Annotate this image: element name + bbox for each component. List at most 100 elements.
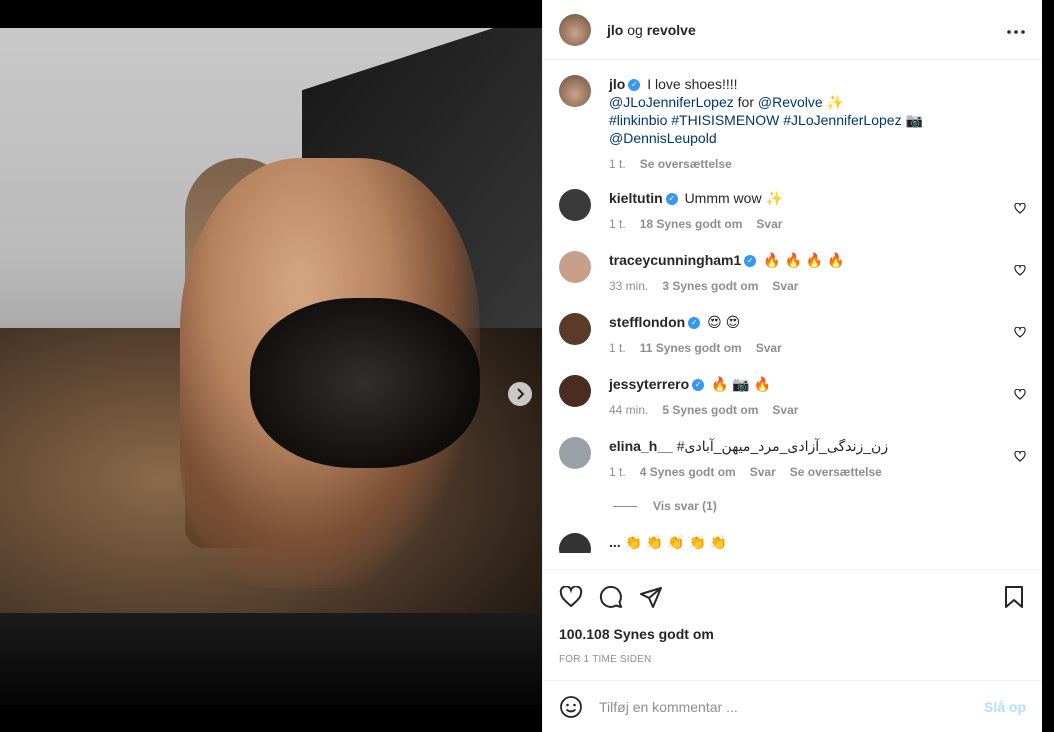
comment-body: elina_h__ #زن_زندگی_آزادی_مرد_میهن_آبادی… (609, 437, 1026, 479)
comment-like-button[interactable] (1014, 202, 1026, 217)
comment-item: jessyterrero ✓ 🔥 📷 🔥 44 min. 5 Synes godt… (559, 375, 1026, 417)
post-timestamp[interactable]: FOR 1 TIME SIDEN (559, 654, 1026, 665)
comment-user[interactable]: stefflondon (609, 314, 685, 330)
comment-like-button[interactable] (1014, 450, 1026, 465)
comment-items: kieltutin ✓ Ummm wow ✨ 1 t. 18 Synes godt… (559, 189, 1026, 479)
mention-jlojenniferlopez[interactable]: @JLoJenniferLopez (609, 94, 734, 110)
share-button[interactable] (639, 585, 663, 609)
comment-avatar[interactable] (559, 313, 591, 345)
comment-body: stefflondon ✓ 😍 😍 1 t. 11 Synes godt om S… (609, 313, 1026, 355)
comment-like-button[interactable] (1014, 388, 1026, 403)
comment-time[interactable]: 44 min. (609, 403, 648, 417)
comment-time[interactable]: 1 t. (609, 465, 626, 479)
comment-time[interactable]: 33 min. (609, 279, 648, 293)
reply-button[interactable]: Svar (756, 217, 782, 231)
author-username[interactable]: jlo (607, 22, 623, 38)
heart-icon (559, 586, 583, 608)
verified-badge-icon: ✓ (688, 317, 701, 330)
caption-time[interactable]: 1 t. (609, 157, 626, 171)
comment-item: elina_h__ #زن_زندگی_آزادی_مرد_میهن_آبادی… (559, 437, 1026, 479)
save-button[interactable] (1002, 585, 1026, 609)
comment-avatar[interactable] (559, 437, 591, 469)
comment-item: traceycunningham1 ✓ 🔥 🔥 🔥 🔥 33 min. 3 Syn… (559, 251, 1026, 293)
comment-user[interactable]: jessyterrero (609, 376, 689, 392)
comment-likes[interactable]: 3 Synes godt om (662, 279, 758, 293)
reply-button[interactable]: Svar (772, 279, 798, 293)
caption-user[interactable]: jlo (609, 76, 625, 92)
caption-meta: 1 t. Se oversættelse (609, 157, 1026, 171)
caption-body: jlo ✓ I love shoes!!!! @JLoJenniferLopez … (609, 75, 1026, 171)
comment-avatar[interactable] (559, 533, 591, 553)
verified-badge-icon: ✓ (692, 379, 705, 392)
reply-button[interactable]: Svar (750, 465, 776, 479)
comment-content: Ummm wow ✨ (684, 190, 783, 206)
action-icons (559, 580, 1026, 614)
view-replies-label: Vis svar (1) (653, 499, 717, 513)
replies-divider (613, 505, 637, 507)
mention-revolve[interactable]: @Revolve (758, 94, 823, 110)
heart-icon (1014, 388, 1026, 400)
comment-user[interactable]: kieltutin (609, 190, 663, 206)
caption-avatar[interactable] (559, 75, 591, 107)
see-translation-link[interactable]: Se oversættelse (790, 465, 882, 479)
comment-text: elina_h__ #زن_زندگی_آزادی_مرد_میهن_آبادی (609, 437, 1026, 455)
comment-avatar[interactable] (559, 251, 591, 283)
chevron-right-icon (517, 388, 525, 400)
comment-body: jessyterrero ✓ 🔥 📷 🔥 44 min. 5 Synes godt… (609, 375, 1026, 417)
heart-icon (1014, 202, 1026, 214)
comment-body: kieltutin ✓ Ummm wow ✨ 1 t. 18 Synes godt… (609, 189, 1026, 231)
smiley-icon[interactable] (559, 695, 583, 719)
comment-like-button[interactable] (1014, 326, 1026, 341)
camera-emoji: 📷 (905, 112, 923, 128)
comment-avatar[interactable] (559, 189, 591, 221)
mention-dennisleupold[interactable]: @DennisLeupold (609, 130, 717, 146)
comment-meta: 33 min. 3 Synes godt om Svar (609, 279, 1026, 293)
comment-input[interactable] (599, 698, 984, 715)
post-comment-button[interactable]: Slå op (984, 699, 1026, 715)
collaborator-username[interactable]: revolve (647, 22, 696, 38)
verified-badge-icon: ✓ (628, 79, 641, 92)
comment-likes[interactable]: 4 Synes godt om (640, 465, 736, 479)
heart-icon (1014, 264, 1026, 276)
author-avatar[interactable] (559, 13, 591, 46)
comment-text: jessyterrero ✓ 🔥 📷 🔥 (609, 375, 1026, 393)
like-button[interactable] (559, 585, 583, 609)
comment-meta: 1 t. 18 Synes godt om Svar (609, 217, 1026, 231)
comment-time[interactable]: 1 t. (609, 217, 626, 231)
comment-user[interactable]: elina_h__ (609, 438, 673, 454)
next-slide-button[interactable] (508, 382, 532, 406)
comment-like-button[interactable] (1014, 264, 1026, 279)
more-options-button[interactable] (1006, 19, 1026, 40)
caption-line1: I love shoes!!!! (647, 76, 738, 92)
caption-text: jlo ✓ I love shoes!!!! @JLoJenniferLopez … (609, 75, 1026, 147)
reply-button[interactable]: Svar (772, 403, 798, 417)
comment-likes[interactable]: 18 Synes godt om (640, 217, 743, 231)
comment-likes[interactable]: 11 Synes godt om (640, 341, 742, 355)
post-panel: jlo og revolve jlo ✓ I love shoes!!!! @JL… (542, 0, 1042, 732)
more-horizontal-icon (1007, 30, 1025, 34)
comment-button[interactable] (599, 585, 623, 609)
comments-list[interactable]: jlo ✓ I love shoes!!!! @JLoJenniferLopez … (543, 61, 1042, 569)
likes-count[interactable]: 100.108 Synes godt om (559, 626, 1026, 642)
see-translation-link[interactable]: Se oversættelse (640, 157, 732, 171)
comment-content: 🔥 📷 🔥 (711, 376, 772, 392)
comment-user[interactable]: traceycunningham1 (609, 252, 741, 268)
reply-button[interactable]: Svar (756, 341, 782, 355)
sequin-top (250, 298, 480, 468)
post-image[interactable] (0, 28, 542, 705)
bookmark-icon (1005, 586, 1023, 608)
verified-badge-icon: ✓ (665, 193, 678, 206)
caption-sparkle: ✨ (822, 94, 844, 110)
caption-for: for (733, 94, 758, 110)
comment-likes[interactable]: 5 Synes godt om (662, 403, 758, 417)
partial-comment-user[interactable]: ... (609, 534, 621, 550)
partial-comment: ... 👏 👏 👏 👏 👏 (559, 533, 1026, 553)
caption-hashtags[interactable]: #linkinbio #THISISMENOW #JLoJenniferLope… (609, 112, 902, 128)
comment-avatar[interactable] (559, 375, 591, 407)
comment-time[interactable]: 1 t. (609, 341, 626, 355)
comment-meta: 1 t. 4 Synes godt om Svar Se oversættels… (609, 465, 1026, 479)
caption: jlo ✓ I love shoes!!!! @JLoJenniferLopez … (559, 75, 1026, 171)
comment-text: kieltutin ✓ Ummm wow ✨ (609, 189, 1026, 207)
comment-meta: 1 t. 11 Synes godt om Svar (609, 341, 1026, 355)
view-replies-button[interactable]: Vis svar (1) (613, 499, 1026, 513)
